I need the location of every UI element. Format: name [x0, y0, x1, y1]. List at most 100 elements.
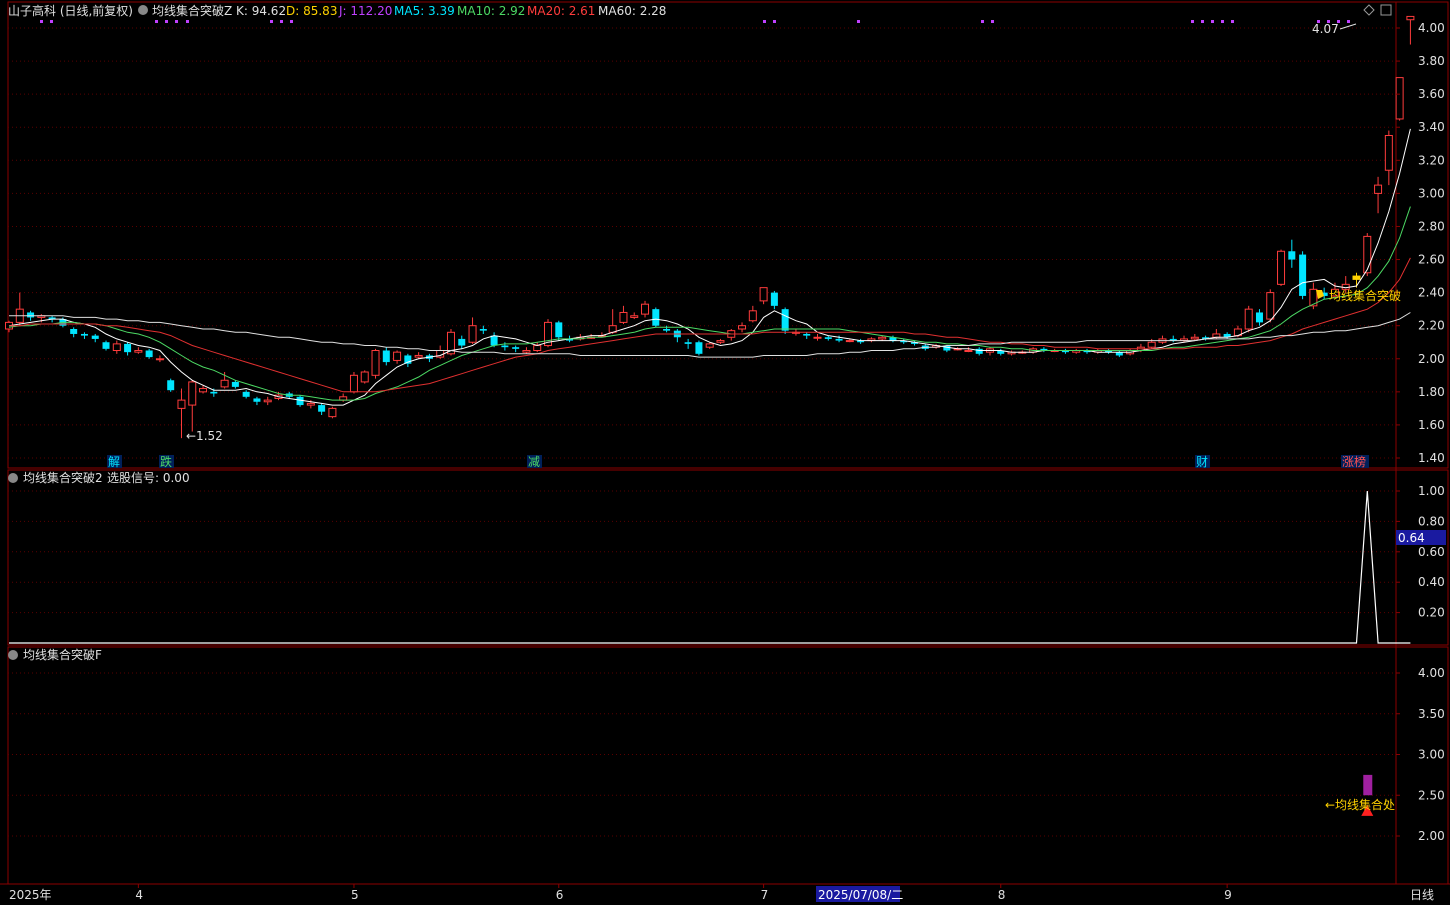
breakout-tick-label: 3.50	[1418, 707, 1445, 721]
restore-icon[interactable]	[1380, 4, 1392, 16]
candle-body	[1406, 15, 1415, 21]
candle-body	[705, 343, 714, 348]
candle-body	[684, 342, 692, 344]
candle-body	[1374, 184, 1383, 194]
j-value: J: 112.20	[338, 4, 392, 18]
signal-tick-label: 1.00	[1418, 484, 1445, 498]
candle-body	[479, 329, 487, 331]
candle-body	[253, 398, 261, 402]
candle-body	[845, 340, 854, 343]
candle-body	[188, 381, 197, 406]
breakout-tick-label: 3.00	[1418, 748, 1445, 762]
signal-dot	[1201, 20, 1204, 23]
candle-body	[759, 287, 768, 302]
candle-body	[1190, 336, 1199, 340]
signal-dot	[1211, 20, 1214, 23]
candle-body	[1288, 251, 1296, 260]
signal-dot	[991, 20, 994, 23]
panel2-collapse-icon[interactable]	[8, 473, 18, 483]
signal-dot	[40, 20, 43, 23]
event-tag: 解	[108, 455, 120, 469]
candle-body	[112, 343, 121, 351]
price-tick-label: 2.60	[1418, 253, 1445, 267]
price-tick-label: 3.60	[1418, 87, 1445, 101]
ma20-value: MA20: 2.61	[527, 4, 595, 18]
panel3-annotation: ←均线集合处	[1325, 797, 1395, 812]
candle-body	[716, 340, 725, 343]
candle-body	[695, 342, 703, 354]
signal-dot	[290, 20, 293, 23]
candle-body	[468, 325, 477, 343]
stock-title: 山子高科 (日线,前复权)	[8, 3, 133, 18]
diamond-icon[interactable]	[1363, 4, 1375, 16]
price-tick-label: 2.00	[1418, 352, 1445, 366]
candle-body	[1244, 308, 1253, 330]
price-tick-label: 3.20	[1418, 153, 1445, 167]
signal-line-panel	[9, 490, 1411, 644]
signal-dot	[186, 20, 189, 23]
signal-dot	[763, 20, 766, 23]
candle-body	[1255, 312, 1263, 323]
candle-body	[220, 379, 229, 388]
ma-line-ma5	[8, 128, 1411, 406]
candle-body	[619, 311, 628, 323]
candle-body	[231, 381, 239, 387]
signal-dot	[165, 20, 168, 23]
signal-dot	[270, 20, 273, 23]
period-label[interactable]: 日线	[1410, 888, 1434, 902]
candle-body	[124, 343, 132, 353]
price-tick-label: 1.40	[1418, 451, 1445, 465]
year-label: 2025年	[9, 888, 52, 902]
candle-body	[1363, 235, 1372, 274]
collapse-icon[interactable]	[138, 5, 148, 15]
candle-body	[177, 399, 186, 409]
candle-body	[878, 336, 887, 340]
signal-tick-label: 0.80	[1418, 514, 1445, 528]
candle-body	[91, 335, 99, 339]
panel2-title: 均线集合突破2	[23, 470, 103, 485]
candle-body	[803, 333, 811, 336]
candle-body	[382, 350, 390, 363]
signal-dot	[1347, 20, 1350, 23]
candle-body	[748, 310, 757, 322]
candle-body	[975, 348, 983, 354]
candle-body	[512, 347, 520, 349]
indicator-name: 均线集合突破Z	[152, 3, 232, 18]
candle-body	[641, 303, 650, 315]
candle-body	[349, 374, 358, 393]
candle-body	[210, 391, 218, 394]
candle-body	[134, 350, 143, 353]
candle-body	[652, 309, 660, 326]
ma10-value: MA10: 2.92	[457, 4, 525, 18]
month-label: 8	[998, 888, 1006, 902]
candle-body	[1266, 292, 1275, 320]
signal-dot	[1221, 20, 1224, 23]
signal-tick-label: 0.60	[1418, 545, 1445, 559]
event-tag: 减	[528, 455, 540, 469]
candle-body	[155, 358, 164, 361]
chart-frame	[0, 1, 1450, 885]
price-tick-label: 3.40	[1418, 120, 1445, 134]
candle-body	[663, 329, 671, 331]
signal-tick-label: 0.40	[1418, 575, 1445, 589]
candle-body	[490, 335, 498, 346]
d-value: D: 85.83	[286, 4, 337, 18]
signal-dot	[175, 20, 178, 23]
candle-body	[1299, 254, 1307, 296]
candle-body	[522, 350, 531, 353]
signal-dot	[50, 20, 53, 23]
moving-average-lines	[8, 128, 1411, 406]
signal-dot	[1191, 20, 1194, 23]
panel3-collapse-icon[interactable]	[8, 650, 18, 660]
candle-body	[199, 388, 208, 393]
panel3-title: 均线集合突破F	[23, 647, 102, 662]
candle-body	[458, 338, 466, 346]
candle-body	[1277, 250, 1286, 285]
breakout-tick-label: 2.50	[1418, 788, 1445, 802]
event-tag: 涨榜	[1342, 454, 1366, 469]
month-label: 7	[761, 888, 769, 902]
price-tick-label: 2.80	[1418, 219, 1445, 233]
ma-line-ma60	[9, 312, 1411, 358]
candle-body	[167, 380, 175, 391]
price-tick-label: 2.20	[1418, 319, 1445, 333]
